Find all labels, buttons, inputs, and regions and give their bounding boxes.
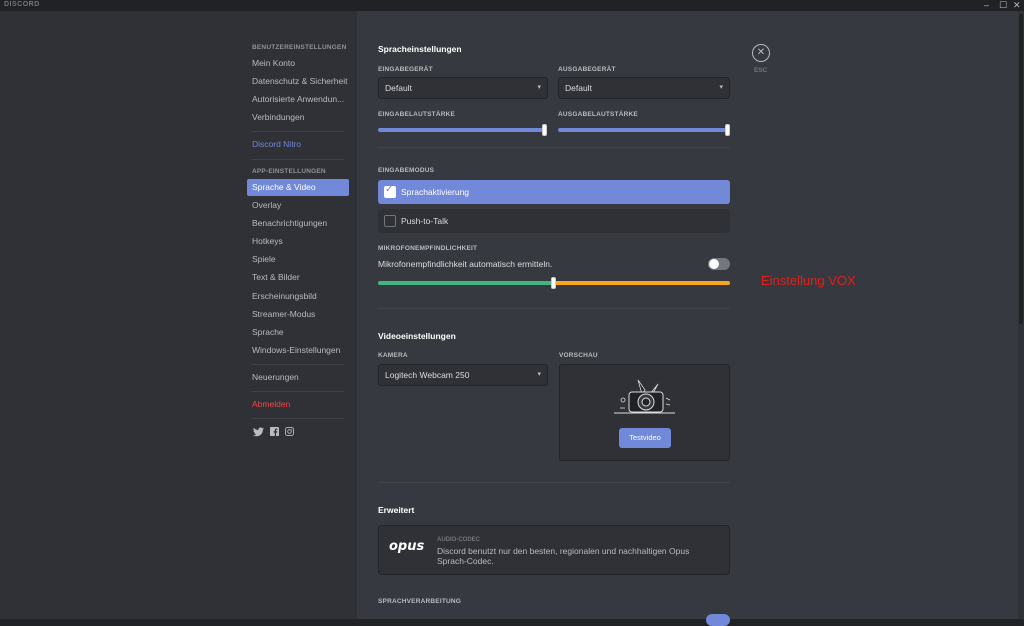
codec-description: Discord benutzt nur den besten, regional…	[437, 546, 690, 566]
input-device-select[interactable]: Default ▾	[378, 77, 548, 99]
output-device-select[interactable]: Default ▾	[558, 77, 730, 99]
sidebar-divider	[252, 391, 344, 392]
instagram-icon[interactable]	[285, 427, 294, 436]
opus-logo: opus	[389, 539, 425, 554]
preview-label: Vorschau	[559, 352, 598, 359]
output-volume-slider[interactable]	[558, 128, 728, 132]
sidebar-item-my-account[interactable]: Mein Konto	[247, 55, 349, 72]
advanced-title: Erweitert	[378, 505, 415, 515]
camera-label: Kamera	[378, 352, 408, 359]
sidebar-item-notifications[interactable]: Benachrichtigungen	[247, 215, 349, 232]
sensitivity-meter-yellow	[554, 281, 730, 285]
title-bar: DISCORD – ☐ ✕	[0, 0, 1024, 11]
mode-voice-activity[interactable]: ✓ Sprachaktivierung	[378, 180, 730, 204]
sensitivity-auto-text: Mikrofonempfindlichkeit automatisch ermi…	[378, 259, 553, 269]
voice-processing-label: Sprachverarbeitung	[378, 598, 462, 605]
sidebar-item-appearance[interactable]: Erscheinungsbild	[247, 288, 349, 305]
video-settings-title: Videoeinstellungen	[378, 331, 456, 341]
section-divider	[378, 482, 730, 483]
output-volume-label: Ausgabelautstärke	[558, 111, 638, 118]
codec-label: Audio-Codec	[437, 537, 480, 543]
input-volume-label: Eingabelautstärke	[378, 111, 456, 118]
minimize-button[interactable]: –	[984, 0, 989, 11]
input-device-value: Default	[385, 83, 412, 93]
chevron-down-icon: ▾	[719, 84, 723, 91]
sidebar-divider	[252, 159, 344, 160]
sidebar-item-privacy[interactable]: Datenschutz & Sicherheit	[247, 73, 349, 90]
chevron-down-icon: ▾	[537, 84, 541, 91]
app-logo: DISCORD	[4, 1, 40, 8]
sidebar-item-language[interactable]: Sprache	[247, 324, 349, 341]
annotation-text: Einstellung VOX	[761, 273, 856, 288]
sidebar-item-voice-video[interactable]: Sprache & Video	[247, 179, 349, 196]
close-window-button[interactable]: ✕	[1013, 0, 1021, 11]
chevron-down-icon: ▾	[537, 371, 541, 378]
voice-settings-title: Spracheinstellungen	[378, 44, 462, 54]
section-divider	[378, 308, 730, 309]
input-volume-knob[interactable]	[542, 124, 547, 136]
esc-label: ESC	[754, 67, 768, 74]
sensitivity-auto-toggle[interactable]	[708, 258, 730, 270]
sensitivity-label: Mikrofonempfindlichkeit	[378, 245, 478, 252]
camera-value: Logitech Webcam 250	[385, 370, 470, 380]
sidebar-item-connections[interactable]: Verbindungen	[247, 109, 349, 126]
sidebar-item-windows-settings[interactable]: Windows-Einstellungen	[247, 342, 349, 359]
sensitivity-knob[interactable]	[551, 277, 556, 289]
scrollbar-thumb[interactable]	[1019, 14, 1023, 324]
sidebar-item-text-images[interactable]: Text & Bilder	[247, 269, 349, 286]
sidebar-item-overlay[interactable]: Overlay	[247, 197, 349, 214]
checkbox-unchecked-icon	[384, 215, 396, 227]
output-volume-knob[interactable]	[725, 124, 730, 136]
toggle-knob	[709, 259, 719, 269]
sidebar-divider	[252, 131, 344, 132]
sidebar-divider	[252, 418, 344, 419]
sidebar-item-authorized-apps[interactable]: Autorisierte Anwendun...	[247, 91, 349, 108]
input-device-label: Eingabegerät	[378, 66, 433, 73]
input-mode-label: Eingabemodus	[378, 167, 435, 174]
test-video-button[interactable]: Testvideo	[619, 428, 671, 448]
close-settings-button[interactable]: ✕	[752, 44, 770, 62]
maximize-button[interactable]: ☐	[999, 0, 1007, 11]
mode-label: Sprachaktivierung	[401, 187, 470, 197]
sidebar-item-hotkeys[interactable]: Hotkeys	[247, 233, 349, 250]
sidebar-item-streamer-mode[interactable]: Streamer-Modus	[247, 306, 349, 323]
sidebar-header-app-settings: App-Einstellungen	[252, 168, 326, 175]
output-device-value: Default	[565, 83, 592, 93]
checkbox-checked-icon: ✓	[384, 184, 396, 198]
sidebar-header-user-settings: Benutzereinstellungen	[252, 44, 347, 51]
section-divider	[378, 147, 730, 148]
sidebar-item-games[interactable]: Spiele	[247, 251, 349, 268]
facebook-icon[interactable]	[270, 427, 279, 436]
sensitivity-meter-green	[378, 281, 554, 285]
sidebar-item-nitro[interactable]: Discord Nitro	[247, 136, 349, 153]
sidebar-divider	[252, 364, 344, 365]
mode-push-to-talk[interactable]: Push-to-Talk	[378, 209, 730, 233]
camera-select[interactable]: Logitech Webcam 250 ▾	[378, 364, 548, 386]
camera-illustration-icon	[614, 379, 675, 414]
sidebar-item-logout[interactable]: Abmelden	[247, 396, 349, 413]
voice-processing-toggle[interactable]	[706, 614, 730, 626]
sidebar-item-changelog[interactable]: Neuerungen	[247, 369, 349, 386]
mode-label: Push-to-Talk	[401, 216, 449, 226]
twitter-icon[interactable]	[253, 427, 264, 437]
output-device-label: Ausgabegerät	[558, 66, 616, 73]
input-volume-slider[interactable]	[378, 128, 545, 132]
